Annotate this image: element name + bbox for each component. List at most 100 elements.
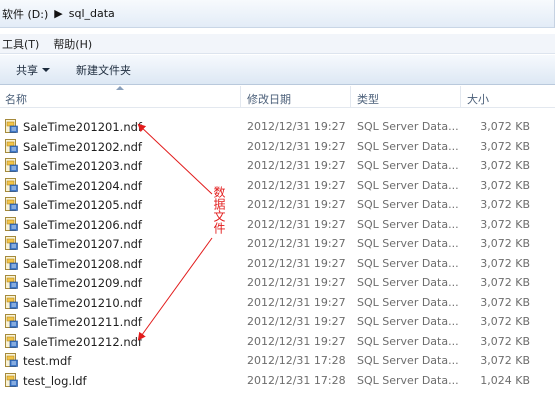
file-name[interactable]: SaleTime201209.ndf xyxy=(23,276,142,290)
column-header-name[interactable]: 名称 xyxy=(5,91,27,107)
sql-data-file-icon xyxy=(5,216,18,231)
column-divider[interactable] xyxy=(460,86,461,108)
column-header-size[interactable]: 大小 xyxy=(467,91,489,107)
file-size: 3,072 KB xyxy=(480,139,530,153)
file-row[interactable]: SaleTime201201.ndf 2012/12/31 19:27 SQL Se… xyxy=(0,117,555,137)
file-size: 3,072 KB xyxy=(480,120,530,133)
file-type: SQL Server Data... xyxy=(357,139,459,153)
file-size: 3,072 KB xyxy=(480,178,530,192)
file-row[interactable]: SaleTime201207.ndf 2012/12/31 19:27 SQL Se… xyxy=(0,234,555,254)
column-header-date[interactable]: 修改日期 xyxy=(247,91,291,107)
breadcrumb-folder[interactable]: sql_data xyxy=(69,7,115,20)
sql-data-file-icon xyxy=(5,294,18,309)
file-name[interactable]: SaleTime201202.ndf xyxy=(23,140,142,154)
chevron-down-icon xyxy=(42,67,50,72)
file-date: 2012/12/31 19:27 xyxy=(247,217,346,231)
file-list: SaleTime201201.ndf 2012/12/31 19:27 SQL Se… xyxy=(0,117,555,390)
file-name[interactable]: SaleTime201210.ndf xyxy=(23,296,142,310)
menu-tools[interactable]: 工具(T) xyxy=(0,36,41,52)
menu-bar: 工具(T) 帮助(H) xyxy=(0,34,555,54)
column-divider[interactable] xyxy=(350,86,351,108)
file-date: 2012/12/31 19:27 xyxy=(247,237,346,250)
sql-data-file-icon xyxy=(5,138,18,153)
file-row[interactable]: SaleTime201203.ndf 2012/12/31 19:27 SQL Se… xyxy=(0,156,555,176)
file-name[interactable]: SaleTime201205.ndf xyxy=(23,198,142,212)
file-row[interactable]: SaleTime201211.ndf 2012/12/31 19:27 SQL Se… xyxy=(0,312,555,332)
file-type: SQL Server Data... xyxy=(357,178,459,192)
sql-data-file-icon xyxy=(5,236,18,250)
file-type: SQL Server Data... xyxy=(357,237,459,250)
file-type: SQL Server Data... xyxy=(357,120,459,133)
file-row[interactable]: SaleTime201205.ndf 2012/12/31 19:27 SQL Se… xyxy=(0,195,555,215)
file-date: 2012/12/31 19:27 xyxy=(247,276,346,289)
file-row[interactable]: SaleTime201208.ndf 2012/12/31 19:27 SQL Se… xyxy=(0,254,555,274)
file-date: 2012/12/31 19:27 xyxy=(247,334,346,348)
sql-data-file-icon xyxy=(5,353,18,367)
share-label: 共享 xyxy=(16,63,38,77)
file-size: 3,072 KB xyxy=(480,256,530,270)
file-name[interactable]: test_log.ldf xyxy=(23,374,87,388)
command-bar: 共享 新建文件夹 xyxy=(0,55,555,85)
file-date: 2012/12/31 17:28 xyxy=(247,373,346,387)
file-date: 2012/12/31 19:27 xyxy=(247,120,346,133)
file-name[interactable]: test.mdf xyxy=(23,354,71,368)
file-name[interactable]: SaleTime201207.ndf xyxy=(23,237,142,251)
file-name[interactable]: SaleTime201204.ndf xyxy=(23,179,142,193)
new-folder-label: 新建文件夹 xyxy=(76,63,131,77)
file-type: SQL Server Data... xyxy=(357,373,459,387)
breadcrumb-drive[interactable]: 软件 (D:) xyxy=(2,6,48,22)
file-date: 2012/12/31 17:28 xyxy=(247,354,346,367)
sql-data-file-icon xyxy=(5,333,18,348)
file-size: 3,072 KB xyxy=(480,198,530,211)
file-name[interactable]: SaleTime201211.ndf xyxy=(23,315,142,329)
file-date: 2012/12/31 19:27 xyxy=(247,159,346,172)
file-size: 3,072 KB xyxy=(480,217,530,231)
file-name[interactable]: SaleTime201203.ndf xyxy=(23,159,142,173)
file-size: 3,072 KB xyxy=(480,276,530,289)
sql-data-file-icon xyxy=(5,158,18,172)
sql-data-file-icon xyxy=(5,314,18,328)
file-type: SQL Server Data... xyxy=(357,256,459,270)
file-row[interactable]: SaleTime201209.ndf 2012/12/31 19:27 SQL Se… xyxy=(0,273,555,293)
sql-data-file-icon xyxy=(5,275,18,289)
file-name[interactable]: SaleTime201208.ndf xyxy=(23,257,142,271)
file-name[interactable]: SaleTime201201.ndf xyxy=(23,120,142,134)
column-header-type[interactable]: 类型 xyxy=(357,91,379,107)
file-date: 2012/12/31 19:27 xyxy=(247,139,346,153)
sql-data-file-icon xyxy=(5,119,18,133)
file-row[interactable]: SaleTime201206.ndf 2012/12/31 19:27 SQL Se… xyxy=(0,215,555,235)
sql-data-file-icon xyxy=(5,177,18,192)
file-date: 2012/12/31 19:27 xyxy=(247,315,346,328)
column-divider[interactable] xyxy=(240,86,241,108)
file-date: 2012/12/31 19:27 xyxy=(247,178,346,192)
file-row[interactable]: SaleTime201204.ndf 2012/12/31 19:27 SQL Se… xyxy=(0,176,555,196)
file-size: 3,072 KB xyxy=(480,295,530,309)
file-name[interactable]: SaleTime201212.ndf xyxy=(23,335,142,349)
menu-help[interactable]: 帮助(H) xyxy=(51,36,94,52)
share-button[interactable]: 共享 xyxy=(16,62,50,78)
sql-data-file-icon xyxy=(5,372,18,387)
file-type: SQL Server Data... xyxy=(357,198,459,211)
file-row[interactable]: test_log.ldf 2012/12/31 17:28 SQL Server D… xyxy=(0,371,555,391)
file-row[interactable]: SaleTime201212.ndf 2012/12/31 19:27 SQL Se… xyxy=(0,332,555,352)
file-size: 3,072 KB xyxy=(480,354,530,367)
file-date: 2012/12/31 19:27 xyxy=(247,198,346,211)
address-bar[interactable]: 软件 (D:) ▶ sql_data xyxy=(0,0,555,28)
file-row[interactable]: SaleTime201202.ndf 2012/12/31 19:27 SQL Se… xyxy=(0,137,555,157)
file-row[interactable]: test.mdf 2012/12/31 17:28 SQL Server Data.… xyxy=(0,351,555,371)
file-name[interactable]: SaleTime201206.ndf xyxy=(23,218,142,232)
file-size: 3,072 KB xyxy=(480,159,530,172)
sort-ascending-icon xyxy=(116,86,124,90)
sql-data-file-icon xyxy=(5,255,18,270)
file-size: 3,072 KB xyxy=(480,237,530,250)
column-header-row: 名称 修改日期 类型 大小 xyxy=(0,86,555,108)
file-type: SQL Server Data... xyxy=(357,276,459,289)
file-type: SQL Server Data... xyxy=(357,315,459,328)
file-date: 2012/12/31 19:27 xyxy=(247,295,346,309)
file-type: SQL Server Data... xyxy=(357,334,459,348)
file-row[interactable]: SaleTime201210.ndf 2012/12/31 19:27 SQL Se… xyxy=(0,293,555,313)
new-folder-button[interactable]: 新建文件夹 xyxy=(76,62,131,78)
file-type: SQL Server Data... xyxy=(357,159,459,172)
file-type: SQL Server Data... xyxy=(357,217,459,231)
breadcrumb-arrow-icon[interactable]: ▶ xyxy=(54,7,62,20)
